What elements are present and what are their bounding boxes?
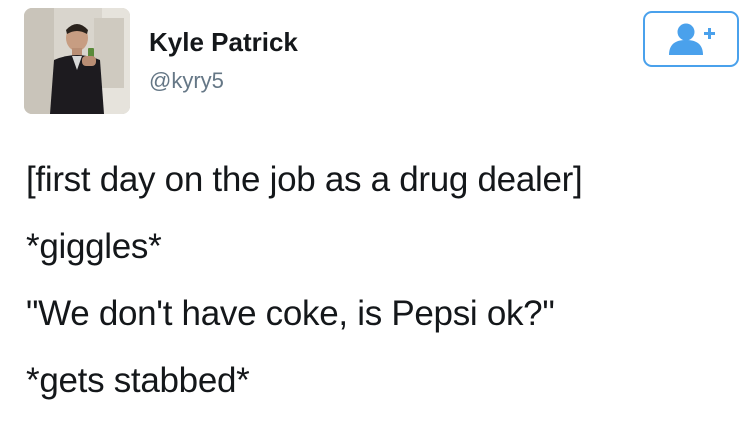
user-handle[interactable]: @kyry5 xyxy=(149,68,224,94)
tweet-line: [first day on the job as a drug dealer] xyxy=(26,160,583,199)
profile-photo-icon xyxy=(24,8,130,114)
tweet-line: *gets stabbed* xyxy=(26,361,250,400)
add-user-icon xyxy=(669,23,715,55)
tweet-card: Kyle Patrick @kyry5 [first day on the jo… xyxy=(0,0,750,448)
tweet-line: "We don't have coke, is Pepsi ok?" xyxy=(26,294,555,333)
display-name[interactable]: Kyle Patrick xyxy=(149,26,298,58)
avatar[interactable] xyxy=(24,8,130,114)
follow-button[interactable] xyxy=(643,11,739,67)
tweet-text: [first day on the job as a drug dealer] … xyxy=(26,160,736,428)
tweet-line: *giggles* xyxy=(26,227,162,266)
